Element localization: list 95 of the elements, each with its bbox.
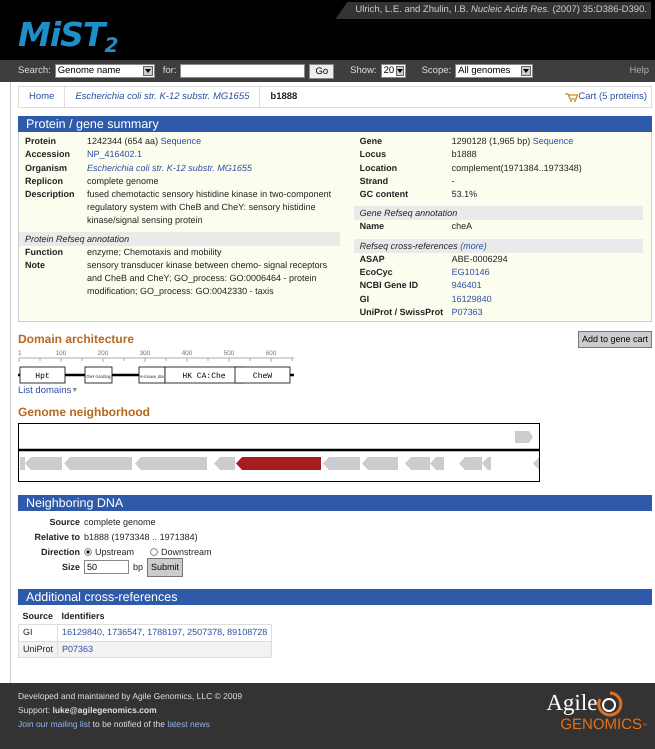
column-header: Source xyxy=(18,608,58,625)
link[interactable]: Join our mailing list xyxy=(18,719,90,729)
domain-box: Hpt xyxy=(20,366,66,384)
table-cell: GI xyxy=(18,624,58,642)
breadcrumb-link[interactable]: Escherichia coli str. K-12 substr. MG1655 xyxy=(65,87,260,107)
search-field[interactable] xyxy=(180,64,306,78)
field-label: Organism xyxy=(25,162,68,174)
radio-button[interactable] xyxy=(150,548,158,556)
link[interactable]: Sequence xyxy=(532,136,574,146)
citation-text: Ulrich, L.E. and Zhulin, I.B. Nucleic Acids Res. (2007) 35:D386-D390. xyxy=(335,2,651,20)
for-label: for: xyxy=(162,64,176,78)
value-text: ABE-0006294 xyxy=(452,254,508,264)
link[interactable]: P07363 xyxy=(452,306,483,317)
field-label: Description xyxy=(25,188,76,202)
go-button[interactable]: Go xyxy=(309,64,334,78)
unit-label: bp xyxy=(133,560,144,574)
field-label: Function xyxy=(25,246,64,259)
field-label: UniProt / SwissProt xyxy=(360,306,444,319)
section-title: Genome neighborhood xyxy=(18,404,151,421)
column-header: Identifiers xyxy=(58,608,272,625)
link[interactable]: 16129840, 1736547, 1788197, 2507378, 89108728 xyxy=(62,627,268,638)
field-label: Source xyxy=(48,516,80,529)
field-label: Strand xyxy=(360,174,390,188)
field-label: Name xyxy=(360,220,386,234)
cart-link[interactable]: Cart (5 proteins) xyxy=(565,90,647,104)
value-text: complement(1971384..1973348) xyxy=(452,162,582,173)
radio-option[interactable]: Upstream xyxy=(84,544,134,560)
help-link[interactable]: Help xyxy=(629,64,649,78)
value-text: complete genome xyxy=(84,516,156,529)
add-to-cart-button[interactable]: Add to gene cart xyxy=(578,330,652,348)
support-text: Support: luke@agilegenomics.com xyxy=(18,704,157,717)
field-label: NCBI Gene ID xyxy=(360,279,420,292)
dropdown-arrow-icon[interactable] xyxy=(144,69,151,73)
value-text: - xyxy=(452,176,455,186)
breadcrumb-link[interactable]: Home xyxy=(19,87,66,107)
field-label: Gene xyxy=(360,135,384,148)
value-text: sensory transducer kinase between chemo- signal receptors and CheB and CheY; GO_process: GO:0006464 - protein modification; GO_process: GO:0042330 - taxis xyxy=(87,260,328,296)
cart-icon xyxy=(565,92,578,102)
show-label: Show: xyxy=(350,64,377,78)
link[interactable]: EG10146 xyxy=(452,267,490,278)
size-field[interactable]: 50 xyxy=(84,560,129,574)
field-label: Location xyxy=(360,162,398,174)
footer-text: Developed and maintained by Agile Genomics, LLC © 2009 xyxy=(18,690,242,703)
link[interactable]: Sequence xyxy=(160,136,202,146)
field-label: EcoCyc xyxy=(360,266,394,279)
subsection-heading: Gene Refseq annotation xyxy=(360,208,458,218)
subsection-heading: Protein Refseq annotation xyxy=(25,234,130,244)
link[interactable]: latest news xyxy=(167,719,210,729)
value-text: 1290128 (1,965 bp) xyxy=(452,136,532,146)
value-text: fused chemotactic sensory histidine kinase in two-component regulatory system with CheB and CheY: sensory histidine kinase/signal sensing protein xyxy=(87,189,332,225)
value-text: cheA xyxy=(452,221,472,232)
value-text: enzyme; Chemotaxis and mobility xyxy=(87,247,222,258)
value-text: b1888 xyxy=(452,149,477,160)
table-cell: UniProt xyxy=(18,641,58,658)
field-label: ASAP xyxy=(360,252,386,266)
dropdown-arrow-icon[interactable] xyxy=(523,69,530,73)
value-text: 1242344 (654 aa) xyxy=(87,136,160,146)
link[interactable]: NP_416402.1 xyxy=(87,149,142,160)
scope-label: Scope: xyxy=(422,64,452,78)
domain-box: CheW xyxy=(234,366,290,384)
value-text: 53.1% xyxy=(452,189,478,200)
link[interactable]: Escherichia coli str. K-12 substr. MG1655 xyxy=(87,162,252,173)
field-label: Accession xyxy=(25,148,72,162)
field-label: Replicon xyxy=(25,174,64,188)
breadcrumb-current: b1888 xyxy=(269,90,298,104)
section-header: Neighboring DNA xyxy=(18,494,652,511)
link[interactable]: P07363 xyxy=(62,644,94,654)
field-label: GI xyxy=(360,292,370,306)
more-link[interactable]: (more) xyxy=(460,240,487,251)
section-header: Protein / gene summary xyxy=(18,116,652,132)
value-text: complete genome xyxy=(87,176,159,186)
show-count-dropdown[interactable]: 20 xyxy=(380,64,406,78)
search-label: Search: xyxy=(18,64,51,78)
section-title: Domain architecture xyxy=(18,331,134,348)
field-label: Locus xyxy=(360,148,388,162)
link[interactable]: 16129840 xyxy=(452,294,492,304)
field-label: Protein xyxy=(25,135,58,148)
radio-button[interactable] xyxy=(84,548,92,556)
submit-button[interactable]: Submit xyxy=(147,558,184,577)
value-text: b1888 (1973348 .. 1971384) xyxy=(84,530,198,544)
scope-dropdown[interactable]: All genomes xyxy=(455,64,534,78)
logo: MiST$_{2}$ xyxy=(18,14,118,59)
dropdown-arrow-icon[interactable] xyxy=(397,69,404,73)
subsection-heading: Refseq cross-references xyxy=(360,240,458,251)
company-logo: Agile GENOMICS$^{™}$ xyxy=(546,691,647,732)
field-label: GC content xyxy=(360,188,410,201)
field-label: Size xyxy=(60,560,80,574)
field-label: Relative to xyxy=(33,530,80,544)
search-type-dropdown[interactable]: Genome name xyxy=(54,64,155,78)
footer-text: Join our mailing list to be notified of the latest news xyxy=(18,718,210,731)
section-header: Additional cross-references xyxy=(18,588,652,605)
field-label: Direction xyxy=(40,546,80,559)
link[interactable]: 946401 xyxy=(452,280,482,290)
radio-option[interactable]: Downstream xyxy=(150,544,212,560)
field-label: Note xyxy=(25,259,46,272)
